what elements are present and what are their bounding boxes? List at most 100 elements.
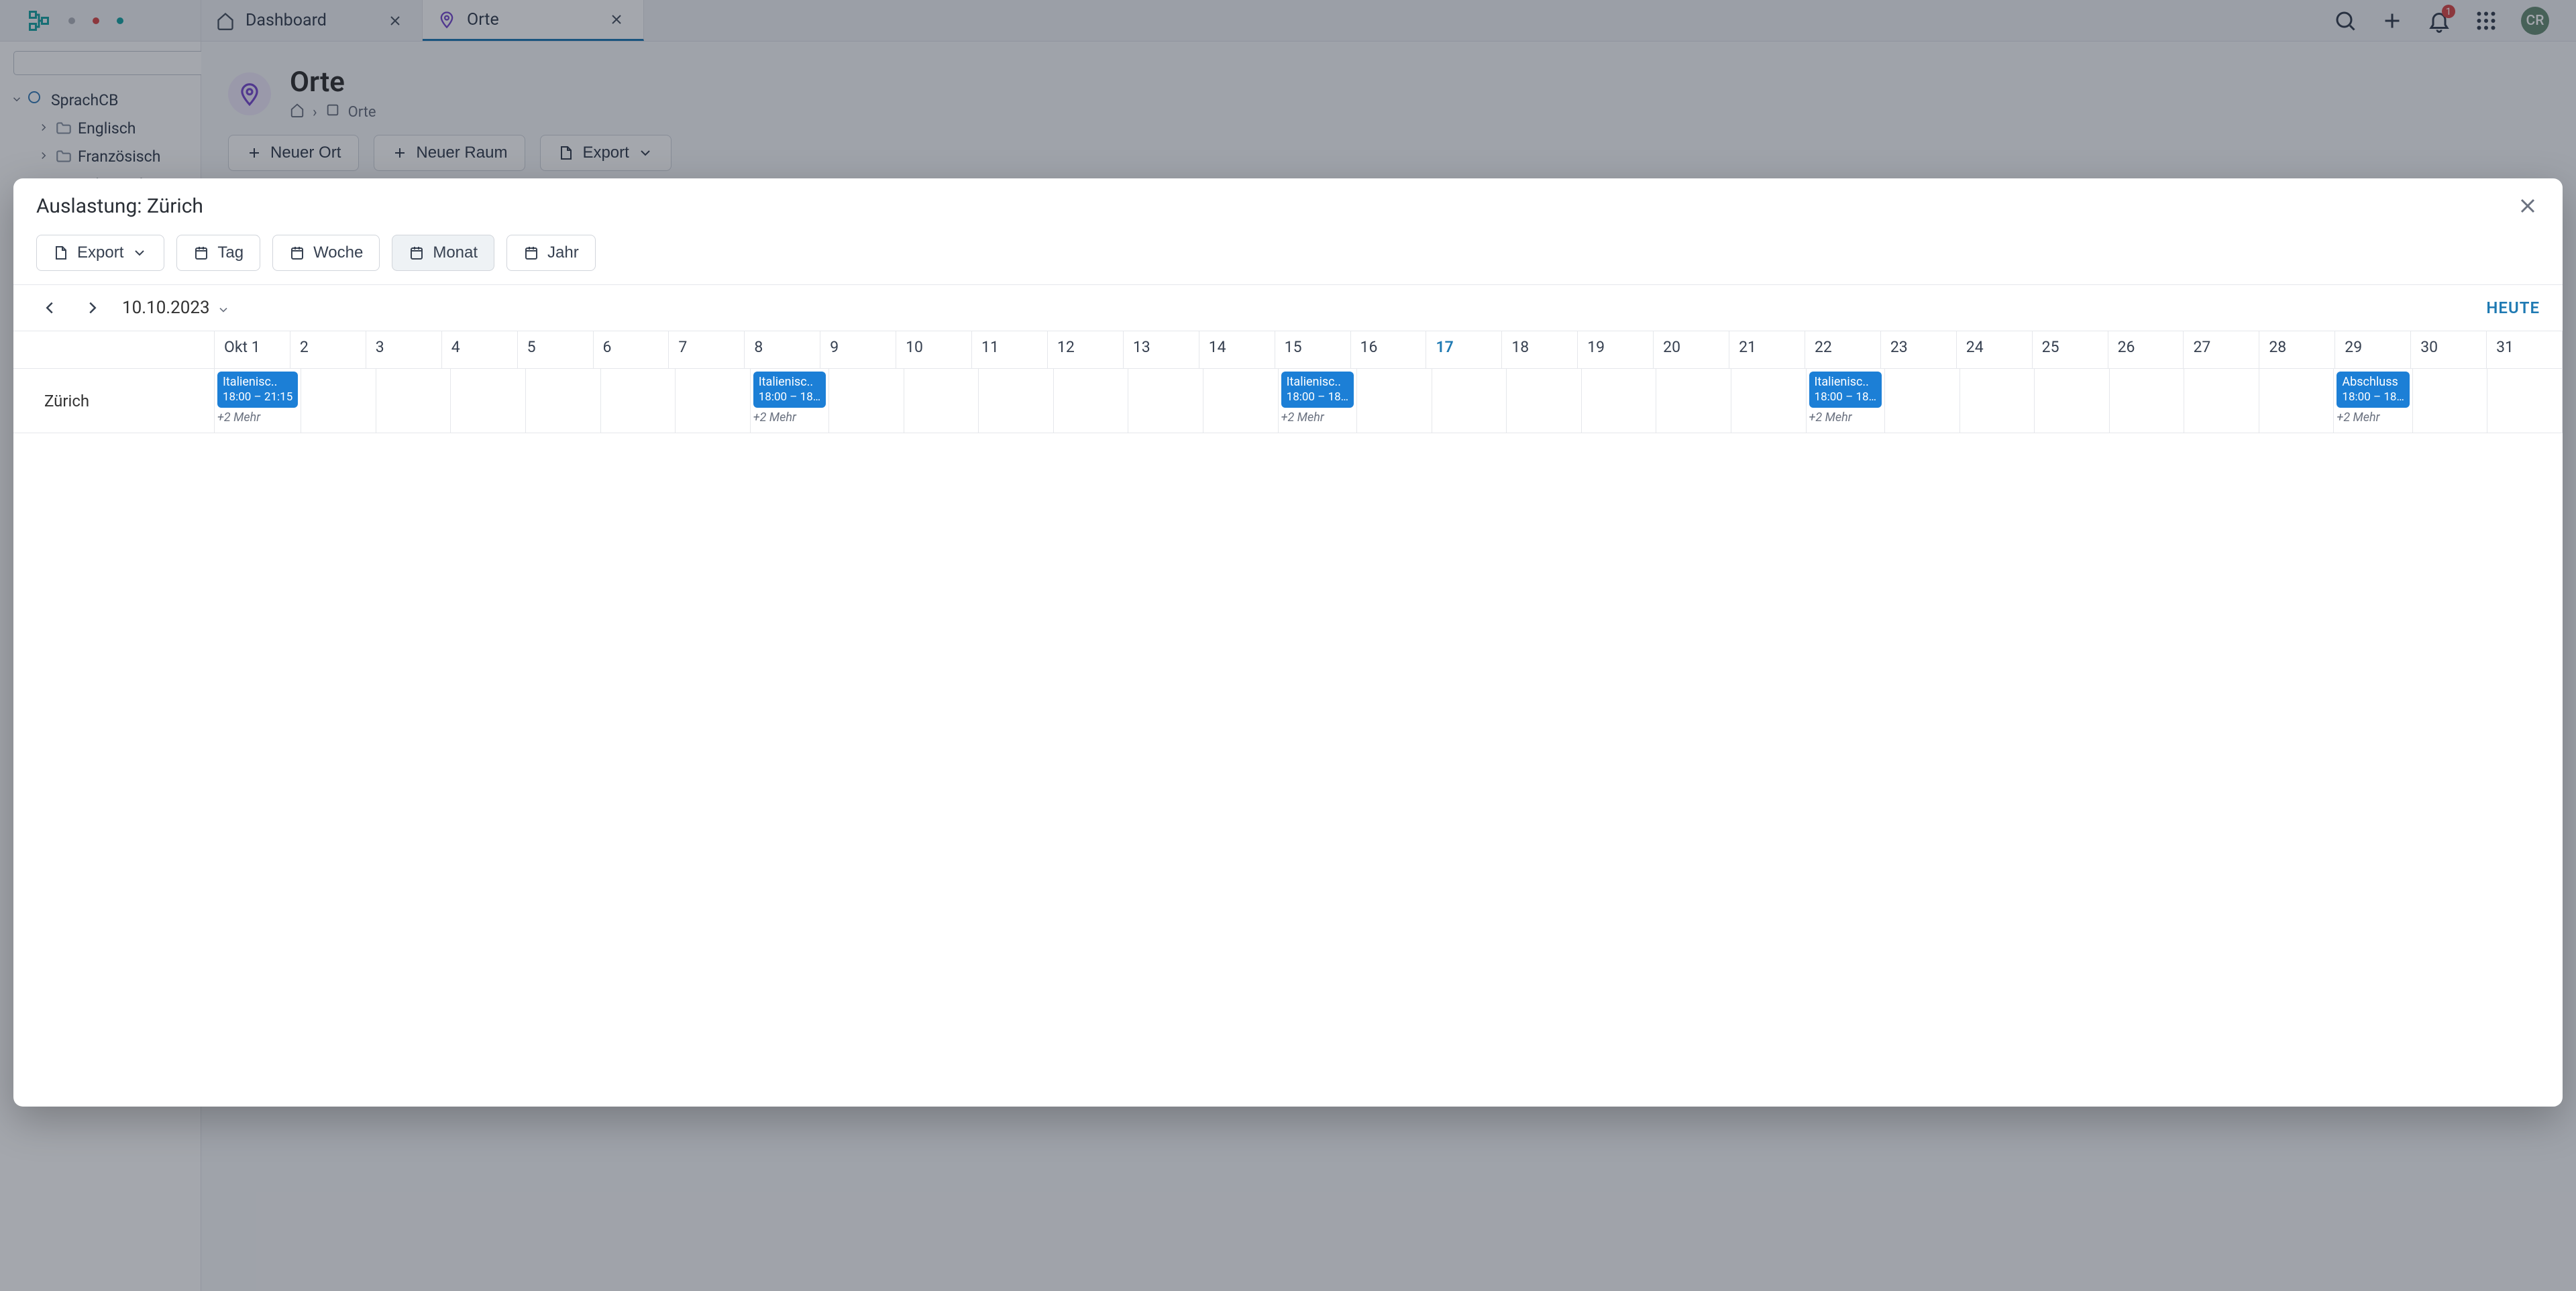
cell-d12[interactable] [1054,369,1129,433]
event-time: 18:00 – 21:15 [223,390,292,404]
timeline-day-3: 3 [366,331,442,368]
view-tag-label: Tag [217,243,244,262]
cell-d5[interactable] [526,369,601,433]
cell-d3[interactable] [376,369,451,433]
cell-d1[interactable]: Italienisc.. 18:00 – 21:15 +2 Mehr [215,369,301,433]
timeline-day-5: 5 [518,331,594,368]
modal-auslastung: Auslastung: Zürich Export Tag Woche Mona [13,178,2563,1107]
event-time: 18:00 – 18… [2342,390,2404,404]
cell-d2[interactable] [301,369,376,433]
cell-d22[interactable]: Italienisc.. 18:00 – 18… +2 Mehr [1807,369,1885,433]
cell-d26[interactable] [2110,369,2185,433]
timeline-day-21: 21 [1729,331,1805,368]
cell-d16[interactable] [1357,369,1432,433]
cell-d14[interactable] [1203,369,1279,433]
today-link[interactable]: HEUTE [2486,298,2540,317]
event-title: Abschluss [2342,375,2398,389]
event-title: Italienisc.. [1287,375,1341,389]
cell-d25[interactable] [2035,369,2110,433]
timeline-day-18: 18 [1502,331,1578,368]
timeline-day-31: 31 [2487,331,2563,368]
timeline-day-19: 19 [1578,331,1654,368]
event-chip[interactable]: Abschluss 18:00 – 18… [2337,372,2409,408]
timeline-day-9: 9 [820,331,896,368]
cell-d31[interactable] [2487,369,2563,433]
cell-d29[interactable]: Abschluss 18:00 – 18… +2 Mehr [2334,369,2412,433]
view-monat-label: Monat [433,243,478,262]
timeline-day-1: Okt 1 [215,331,290,368]
timeline-day-22: 22 [1805,331,1881,368]
cell-d8[interactable]: Italienisc.. 18:00 – 18… +2 Mehr [751,369,829,433]
timeline-day-7: 7 [669,331,745,368]
event-time: 18:00 – 18… [1815,390,1876,404]
event-time: 18:00 – 18… [759,390,820,404]
modal-overlay[interactable]: Auslastung: Zürich Export Tag Woche Mona [0,0,2576,1291]
timeline-day-29: 29 [2335,331,2411,368]
more-link[interactable]: +2 Mehr [1809,410,1882,425]
cell-d10[interactable] [904,369,979,433]
timeline-day-20: 20 [1654,331,1729,368]
modal-toolbar: Export Tag Woche Monat Jahr [13,219,2563,284]
cell-d18[interactable] [1507,369,1582,433]
cell-d7[interactable] [676,369,751,433]
modal-title: Auslastung: Zürich [36,194,203,218]
view-jahr-button[interactable]: Jahr [506,235,596,271]
event-chip[interactable]: Italienisc.. 18:00 – 18… [1281,372,1354,408]
timeline-day-10: 10 [896,331,972,368]
modal-close-button[interactable] [2516,194,2540,218]
timeline[interactable]: Okt 1 2 3 4 5 6 7 8 9 10 11 12 13 14 15 … [13,331,2563,1107]
cell-d4[interactable] [451,369,526,433]
timeline-row-zurich: Zürich Italienisc.. 18:00 – 21:15 +2 Meh… [13,369,2563,433]
timeline-day-15: 15 [1275,331,1351,368]
cell-d9[interactable] [829,369,904,433]
cell-d27[interactable] [2184,369,2259,433]
cell-d23[interactable] [1885,369,1960,433]
timeline-day-12: 12 [1048,331,1124,368]
cell-d11[interactable] [979,369,1054,433]
event-chip[interactable]: Italienisc.. 18:00 – 21:15 [217,372,298,408]
view-tag-button[interactable]: Tag [176,235,260,271]
event-title: Italienisc.. [223,375,277,389]
timeline-header-row: Okt 1 2 3 4 5 6 7 8 9 10 11 12 13 14 15 … [13,331,2563,369]
timeline-day-23: 23 [1881,331,1957,368]
modal-export-button[interactable]: Export [36,235,164,271]
cell-d20[interactable] [1656,369,1731,433]
cell-d21[interactable] [1731,369,1807,433]
event-chip[interactable]: Italienisc.. 18:00 – 18… [753,372,826,408]
timeline-day-25: 25 [2033,331,2108,368]
timeline-day-24: 24 [1957,331,2033,368]
timeline-day-6: 6 [594,331,669,368]
timeline-day-14: 14 [1199,331,1275,368]
view-woche-label: Woche [313,243,363,262]
cell-d6[interactable] [601,369,676,433]
view-monat-button[interactable]: Monat [392,235,494,271]
timeline-day-11: 11 [972,331,1048,368]
cell-d17[interactable] [1432,369,1507,433]
cell-d13[interactable] [1128,369,1203,433]
more-link[interactable]: +2 Mehr [1281,410,1354,425]
more-link[interactable]: +2 Mehr [217,410,298,425]
event-chip[interactable]: Italienisc.. 18:00 – 18… [1809,372,1882,408]
timeline-day-26: 26 [2108,331,2184,368]
event-title: Italienisc.. [759,375,813,389]
view-woche-button[interactable]: Woche [272,235,380,271]
cell-d15[interactable]: Italienisc.. 18:00 – 18… +2 Mehr [1279,369,1357,433]
timeline-row-label: Zürich [13,369,215,433]
cell-d30[interactable] [2413,369,2488,433]
view-jahr-label: Jahr [547,243,579,262]
next-month-button[interactable] [79,294,106,321]
chevron-down-icon [131,245,148,261]
timeline-day-16: 16 [1351,331,1427,368]
more-link[interactable]: +2 Mehr [2337,410,2409,425]
prev-month-button[interactable] [36,294,63,321]
cell-d24[interactable] [1960,369,2035,433]
event-time: 18:00 – 18… [1287,390,1348,404]
more-link[interactable]: +2 Mehr [753,410,826,425]
timeline-day-28: 28 [2259,331,2335,368]
modal-header: Auslastung: Zürich [13,178,2563,219]
timeline-day-27: 27 [2184,331,2259,368]
cell-d19[interactable] [1582,369,1657,433]
cell-d28[interactable] [2259,369,2334,433]
date-picker[interactable]: 10.10.2023 [122,298,230,318]
timeline-day-4: 4 [442,331,518,368]
